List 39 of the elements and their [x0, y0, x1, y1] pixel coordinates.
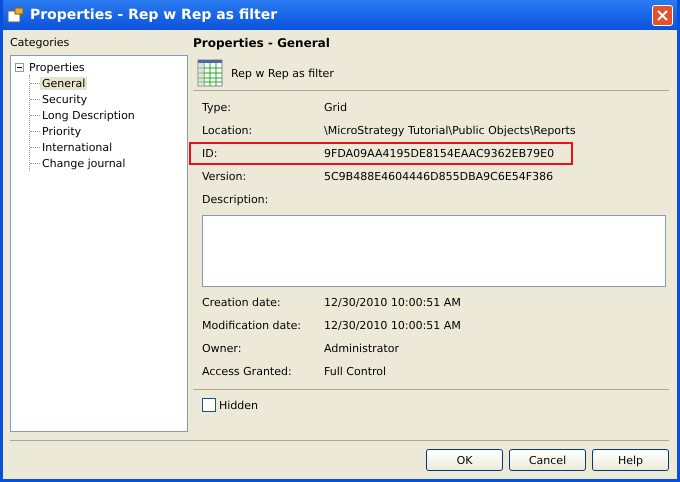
tree-item[interactable]: International — [40, 140, 114, 154]
checkbox-label: Hidden — [219, 398, 258, 412]
close-icon — [657, 10, 668, 20]
property-label: Version: — [202, 170, 248, 183]
property-label: Type: — [202, 101, 232, 114]
property-label: ID: — [202, 147, 218, 160]
property-label: Location: — [202, 124, 254, 137]
property-value: Administrator — [324, 342, 400, 355]
object-name: Rep w Rep as filter — [231, 66, 334, 80]
tree-item[interactable]: Security — [40, 92, 90, 106]
dialog-button[interactable]: OK — [426, 449, 503, 471]
property-value: 9FDA09AA4195DE8154EAAC9362EB79E0 — [324, 147, 556, 160]
dialog-button[interactable]: Cancel — [509, 449, 586, 471]
tree-item[interactable]: Change journal — [40, 156, 128, 170]
tree-item[interactable]: Properties — [27, 60, 87, 74]
properties-icon — [7, 7, 24, 23]
property-label: Access Granted: — [202, 365, 293, 378]
tree-item[interactable]: General — [40, 76, 88, 90]
description-label: Description: — [202, 193, 270, 206]
close-button[interactable] — [652, 4, 673, 26]
panel-title: Properties - General — [193, 36, 331, 52]
grid-icon — [197, 59, 223, 87]
hidden-checkbox[interactable] — [202, 398, 216, 412]
dialog-button[interactable]: Help — [592, 449, 669, 471]
tree-item[interactable]: Long Description — [40, 108, 137, 122]
window-title: Properties - Rep w Rep as filter — [30, 7, 278, 23]
categories-label: Categories — [10, 36, 70, 49]
property-value: 12/30/2010 10:00:51 AM — [324, 296, 462, 309]
property-value: 12/30/2010 10:00:51 AM — [324, 319, 462, 332]
property-label: Creation date: — [202, 296, 282, 309]
property-value: Full Control — [324, 365, 388, 378]
property-value: 5C9B488E4604446D855DBA9C6E54F386 — [324, 170, 554, 183]
collapse-icon[interactable] — [15, 62, 24, 72]
property-label: Modification date: — [202, 319, 302, 332]
property-value: Grid — [324, 101, 348, 114]
property-value: \MicroStrategy Tutorial\Public Objects\Reports — [324, 124, 577, 137]
property-label: Owner: — [202, 342, 242, 355]
tree-item[interactable]: Priority — [40, 124, 84, 138]
description-field[interactable] — [202, 215, 666, 287]
